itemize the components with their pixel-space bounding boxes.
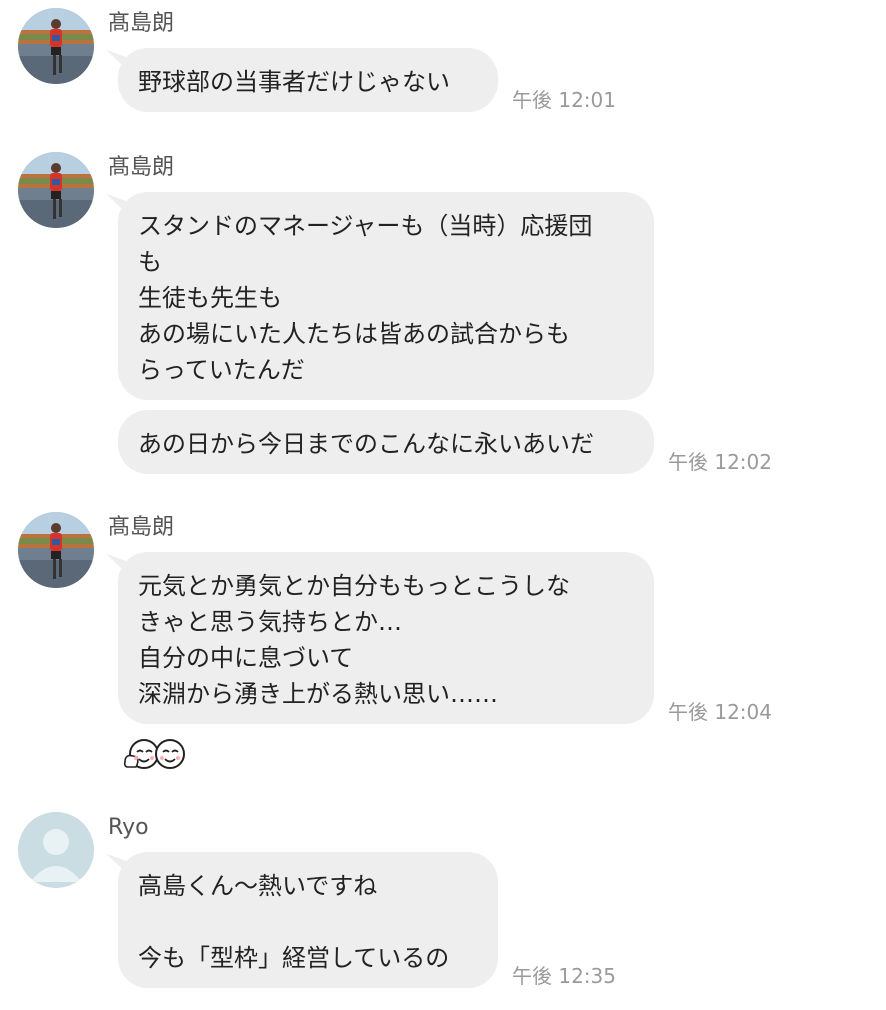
message-timestamp: 午後 12:02 [668, 450, 772, 474]
runner-photo-icon [18, 152, 94, 228]
thumbs-up-faces-sticker[interactable] [122, 736, 190, 776]
sender-avatar[interactable] [18, 512, 94, 588]
message-timestamp: 午後 12:01 [512, 88, 616, 112]
person-silhouette-icon [18, 812, 94, 888]
message-bubble[interactable]: 元気とか勇気とか自分ももっとこうしな きゃと思う気持ちとか… 自分の中に息づいて… [118, 552, 654, 724]
chat-thread: 髙島朗 野球部の当事者だけじゃない 午後 12:01 髙島朗 スタンドのマネージ… [0, 0, 886, 1010]
runner-photo-icon [18, 8, 94, 84]
sender-avatar[interactable] [18, 152, 94, 228]
sender-name: 髙島朗 [108, 155, 175, 180]
smiling-faces-icon [123, 739, 185, 769]
message-bubble[interactable]: あの日から今日までのこんなに永いあいだ [118, 410, 654, 474]
sender-avatar[interactable] [18, 8, 94, 84]
message-bubble[interactable]: スタンドのマネージャーも（当時）応援団 も 生徒も先生も あの場にいた人たちは皆… [118, 192, 654, 400]
message-bubble[interactable]: 野球部の当事者だけじゃない [118, 48, 498, 112]
default-avatar[interactable] [18, 812, 94, 888]
sender-name: Ryo [108, 815, 149, 840]
message-bubble[interactable]: 高島くん〜熱いですね 今も「型枠」経営しているの [118, 852, 498, 988]
sender-name: 髙島朗 [108, 515, 175, 540]
message-timestamp: 午後 12:35 [512, 964, 616, 988]
runner-photo-icon [18, 512, 94, 588]
sender-name: 髙島朗 [108, 11, 175, 36]
message-timestamp: 午後 12:04 [668, 700, 772, 724]
